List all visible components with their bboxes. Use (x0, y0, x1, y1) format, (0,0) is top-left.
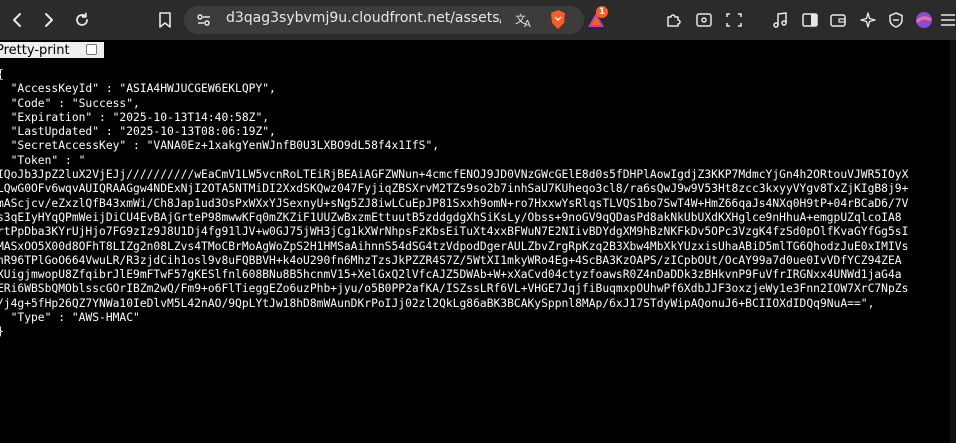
svg-text:A: A (524, 19, 531, 29)
json-line: { (0, 68, 908, 82)
json-line: "Expiration" : "2025-10-13T14:40:58Z", (0, 110, 270, 124)
page-content: Pretty-print { "AccessKeyId" : "ASIA4HWJ… (0, 40, 956, 443)
json-line: } (0, 325, 908, 339)
sidebar-button[interactable] (798, 8, 822, 32)
shield-icon (889, 12, 903, 28)
translate-icon: 文A (515, 12, 531, 29)
json-line: "SecretAccessKey" : "VANA0Ez+1xakgYenWJn… (0, 139, 440, 153)
json-line: LQwG0OFv6wqvAUIQRAAGgw4NDExNjI2OTA5NTMiD… (0, 182, 909, 196)
media-button[interactable] (768, 8, 792, 32)
json-line: "Token" : " (0, 153, 86, 167)
wallet-icon (830, 14, 846, 27)
json-line: XUigjmwopU8ZfqibrJlE9mFTwF57gKESlfnl608B… (0, 268, 902, 282)
reader-mode-button[interactable] (692, 8, 716, 32)
screenshot-icon (726, 13, 742, 27)
menu-button[interactable] (936, 8, 956, 32)
pretty-print-label: Pretty-print (0, 43, 70, 58)
brave-lion-icon (551, 10, 565, 29)
forward-button[interactable] (36, 8, 60, 32)
puzzle-piece-icon (667, 14, 681, 27)
json-body: { "AccessKeyId" : "ASIA4HWJUCGEW6EKLQPY"… (0, 68, 908, 340)
back-button[interactable] (6, 8, 30, 32)
screenshot-button[interactable] (722, 8, 746, 32)
json-line: "Type" : "AWS-HMAC" (0, 311, 140, 325)
bookmark-button[interactable] (153, 8, 177, 32)
profile-avatar-icon (915, 12, 932, 28)
json-line: ERi6WBSbQMOblsscGOrIBZm2wQ/Fm9+o6FlTiegg… (0, 282, 909, 296)
hamburger-menu-icon (941, 14, 955, 26)
json-line: mAScjcv/eZxzlQfB43xmWi/Ch8Jap1ud3OsPxWXx… (0, 196, 909, 210)
extensions-button[interactable] (662, 8, 686, 32)
json-line: s3qEIyHYqQPmWeijDiCU4EvBAjGrteP98mwwKFq0… (0, 210, 902, 224)
pretty-print-bar: Pretty-print (0, 42, 104, 58)
forward-arrow-icon (45, 13, 53, 27)
sidebar-icon (802, 13, 818, 27)
back-arrow-icon (13, 13, 21, 27)
translate-button[interactable]: 文A (512, 8, 536, 32)
json-line: MASxOO5X00d8OFhT8LIZg2n08LZvs4TMoCBrMoAg… (0, 239, 909, 253)
url-text[interactable]: d3qag3sybvmj9u.cloudfront.net/assets/pu… (226, 10, 501, 26)
json-line: "Code" : "Success", (0, 96, 140, 110)
reader-mode-icon (696, 13, 712, 27)
site-settings-button[interactable] (192, 8, 216, 32)
site-settings-icon (197, 14, 210, 26)
browser-toolbar: d3qag3sybvmj9u.cloudfront.net/assets/pu…… (0, 0, 956, 40)
vpn-button[interactable] (884, 8, 908, 32)
json-line: /j4g+5fHp26QZ7YNWa10IeDlvM5L42nAO/9QpLYt… (0, 296, 875, 310)
json-line: nR96TPlGoO664VwuLR/R3zjdCih1osl9v8uFQBBV… (0, 253, 902, 267)
wallet-button[interactable] (826, 8, 850, 32)
brave-shields-button[interactable] (546, 8, 570, 32)
reload-icon (76, 12, 88, 26)
pretty-print-checkbox[interactable] (86, 44, 97, 55)
leo-ai-button[interactable] (856, 8, 880, 32)
json-line: "AccessKeyId" : "ASIA4HWJUCGEW6EKLQPY", (0, 82, 276, 96)
json-line: IQoJb3JpZ2luX2VjEJj//////////wEaCmV1LW5v… (0, 168, 909, 182)
bookmark-icon (159, 12, 171, 28)
sparkle-icon (860, 12, 876, 28)
profile-button[interactable] (912, 8, 936, 32)
reload-button[interactable] (70, 8, 94, 32)
notification-badge: 1 (596, 6, 608, 18)
music-note-icon (773, 12, 787, 28)
json-line: rtPpDba3KYrUjHjo7FG9zIz9J8U1Dj4fg91lJV+w… (0, 225, 909, 239)
scrollbar-track[interactable] (950, 40, 956, 443)
json-line: "LastUpdated" : "2025-10-13T08:06:19Z", (0, 125, 276, 139)
